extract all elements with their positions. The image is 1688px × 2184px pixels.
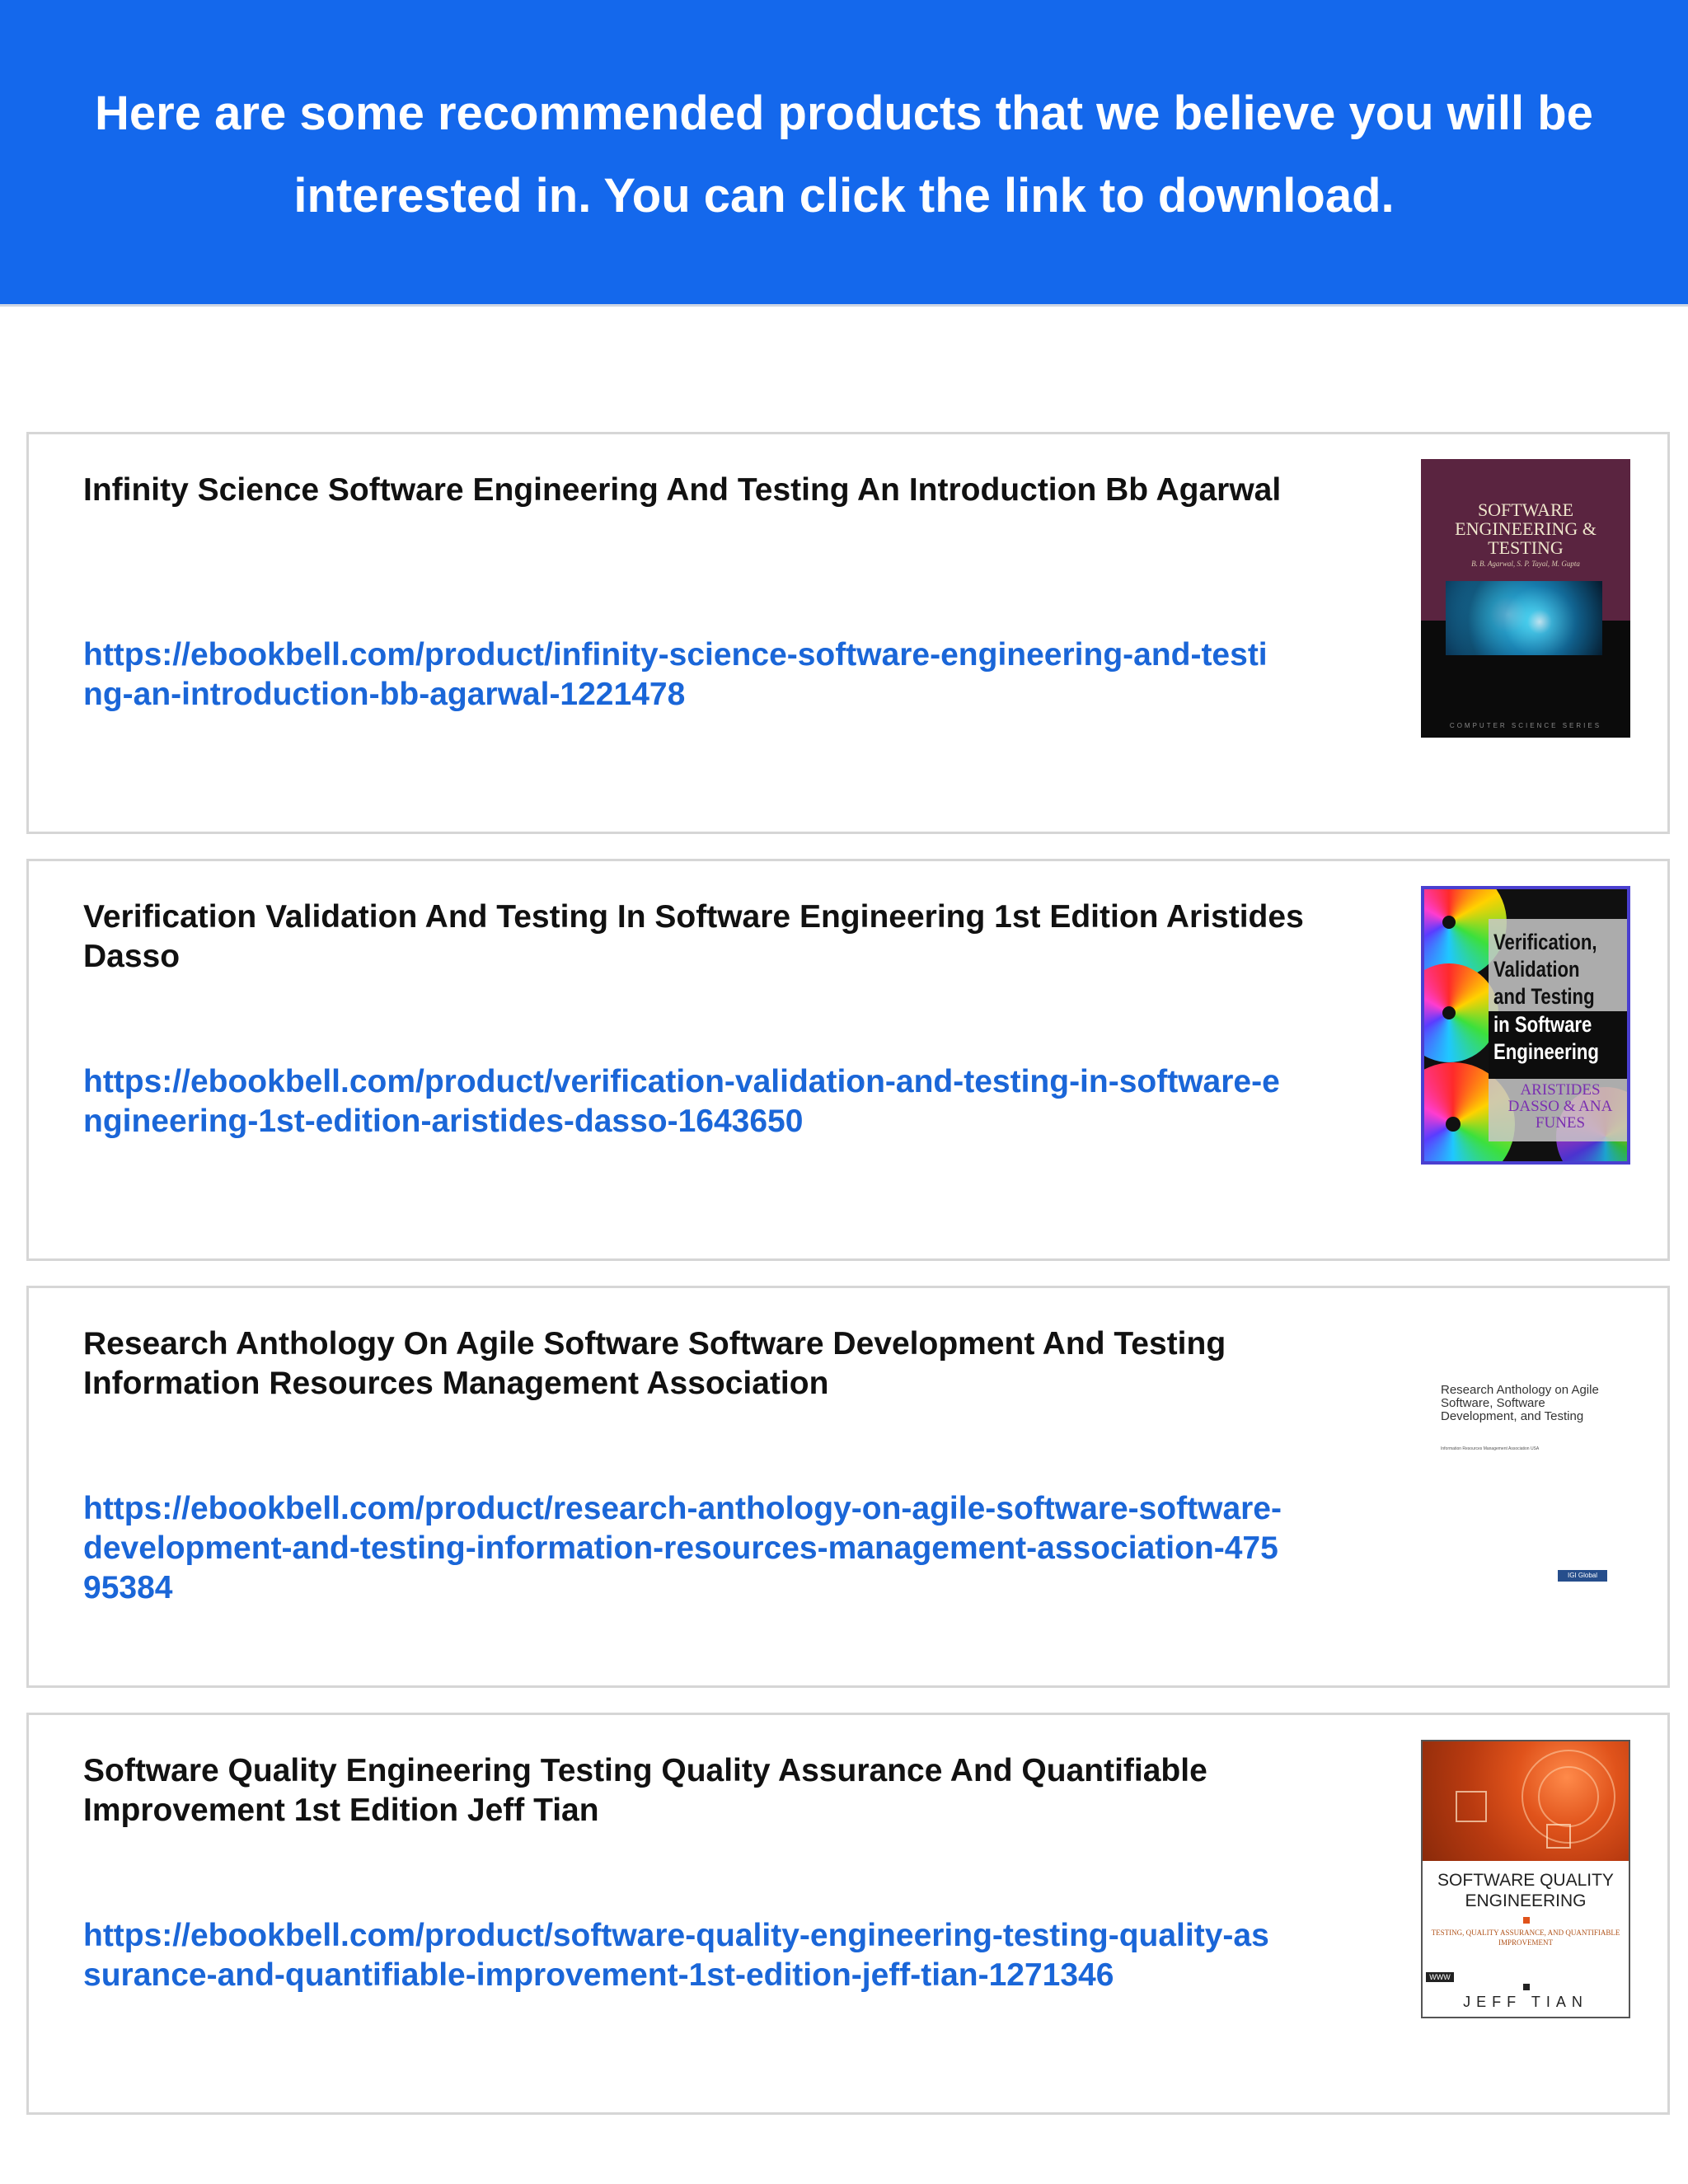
product-title: Research Anthology On Agile Software Sof… [83, 1326, 1226, 1401]
product-cover-image: SOFTWARE ENGINEERING & TESTING B. B. Aga… [1421, 459, 1630, 738]
cover-author: JEFF TIAN [1463, 1994, 1588, 2010]
product-link[interactable]: https://ebookbell.com/product/infinity-s… [83, 635, 1287, 715]
cover-title: Verification, Validation and Testing [1493, 930, 1597, 1009]
product-card: Infinity Science Software Engineering An… [26, 432, 1670, 834]
cover-title: SOFTWARE QUALITY ENGINEERING [1437, 1871, 1614, 1910]
product-card: Research Anthology On Agile Software Sof… [26, 1286, 1670, 1688]
cover-publisher: Information Resources Management Associa… [1441, 1446, 1540, 1451]
product-card: Verification Validation And Testing In S… [26, 859, 1670, 1261]
publisher-logo: IGI Global [1558, 1570, 1607, 1582]
product-title: Software Quality Engineering Testing Qua… [83, 1753, 1207, 1828]
cover-title-bottom: in Software Engineering [1493, 1012, 1599, 1064]
cover-series: COMPUTER SCIENCE SERIES [1449, 722, 1602, 729]
product-cover-image: Research Anthology on Agile Software, So… [1421, 1313, 1630, 1591]
product-cover-image: Verification, Validation and Testing in … [1421, 886, 1630, 1165]
product-title: Infinity Science Software Engineering An… [83, 472, 1282, 508]
cover-authors: B. B. Agarwal, S. P. Tayal, M. Gupta [1471, 560, 1580, 568]
cover-title: SOFTWARE ENGINEERING & TESTING [1455, 499, 1597, 558]
www-badge: WWW [1426, 1972, 1454, 1982]
product-link[interactable]: https://ebookbell.com/product/software-q… [83, 1916, 1287, 1995]
product-link[interactable]: https://ebookbell.com/product/verificati… [83, 1062, 1287, 1141]
cover-title: Research Anthology on Agile Software, So… [1441, 1383, 1599, 1423]
product-title: Verification Validation And Testing In S… [83, 899, 1304, 974]
cover-authors: ARISTIDES DASSO & ANA FUNES [1507, 1081, 1613, 1132]
cover-subtitle: TESTING, QUALITY ASSURANCE, AND QUANTIFI… [1431, 1929, 1620, 1947]
header-text: Here are some recommended products that … [95, 86, 1593, 223]
product-cover-image: SOFTWARE QUALITY ENGINEERING TESTING, QU… [1421, 1740, 1630, 2018]
product-link[interactable]: https://ebookbell.com/product/research-a… [83, 1489, 1287, 1608]
header-banner: Here are some recommended products that … [0, 0, 1688, 307]
product-card: Software Quality Engineering Testing Qua… [26, 1713, 1670, 2115]
